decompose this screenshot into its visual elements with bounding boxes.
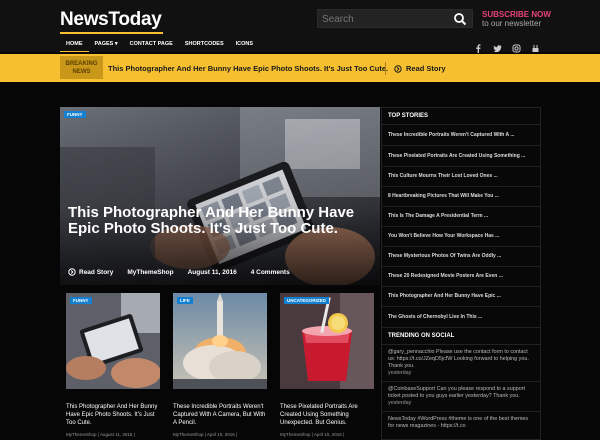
top-story-item[interactable]: These Incredible Portraits Weren't Captu… — [382, 125, 540, 146]
featured-post[interactable]: FUNNY This Photographer And Her Bunny Ha… — [60, 107, 380, 285]
category-badge[interactable]: FUNNY — [64, 111, 86, 118]
post-card[interactable]: LIFE These Incredible Portraits Weren't … — [167, 289, 273, 440]
tweet-text[interactable]: @gary_pennacchio Please use the contact … — [388, 349, 529, 369]
logo-underline — [60, 32, 163, 34]
nav-pages[interactable]: PAGES ▾ — [89, 36, 124, 52]
top-story-item[interactable]: This Is The Damage A Presidential Term .… — [382, 207, 540, 227]
search-input[interactable] — [322, 12, 450, 26]
ticker-headline[interactable]: This Photographer And Her Bunny Have Epi… — [108, 64, 388, 73]
youtube-icon[interactable] — [531, 40, 540, 52]
top-story-item[interactable]: You Won't Believe How Your Workspace Has… — [382, 227, 540, 247]
featured-image — [60, 107, 380, 285]
tweet-item: @CoinbaseSupport Can you please respond … — [382, 382, 540, 412]
post-card[interactable]: UNCATEGORIZED These Pixelated Portraits … — [274, 289, 380, 440]
tweet-text[interactable]: @CoinbaseSupport Can you please respond … — [388, 386, 525, 399]
arrow-circle-icon — [394, 64, 402, 73]
top-story-item[interactable]: 8 Heartbreaking Pictures That Will Make … — [382, 187, 540, 207]
search-icon[interactable] — [453, 12, 467, 26]
featured-read-story-label: Read Story — [79, 268, 114, 276]
site-logo[interactable]: NewsToday — [60, 9, 162, 31]
featured-read-story-link[interactable]: Read Story — [68, 268, 113, 276]
post-meta: MyThemeShop | August 11, 2016 | — [66, 432, 135, 437]
trending-social-heading: TRENDING ON SOCIAL — [382, 328, 540, 345]
social-links — [474, 40, 540, 53]
post-title[interactable]: These Pixelated Portraits Are Created Us… — [280, 403, 374, 427]
ticker-read-story-label: Read Story — [406, 64, 446, 73]
post-author[interactable]: MyThemeShop — [127, 269, 173, 276]
breaking-news-ticker: BREAKING NEWS This Photographer And Her … — [0, 54, 600, 82]
post-thumbnail[interactable] — [173, 293, 267, 389]
category-badge[interactable]: FUNNY — [70, 297, 92, 304]
tweet-item: @gary_pennacchio Please use the contact … — [382, 345, 540, 382]
category-badge[interactable]: UNCATEGORIZED — [284, 297, 329, 304]
tweet-time: yesterday — [388, 400, 412, 406]
top-stories-heading: TOP STORIES — [382, 108, 540, 125]
featured-post-meta: Read Story MyThemeShop August 11, 2016 4… — [68, 268, 290, 276]
arrow-circle-icon — [68, 268, 76, 276]
top-story-item[interactable]: These Pixelated Portraits Are Created Us… — [382, 146, 540, 167]
nav-contact-page[interactable]: CONTACT PAGE — [124, 36, 179, 52]
tweet-item: NewsToday #WordPress #theme is one of th… — [382, 412, 540, 434]
top-story-item[interactable]: These Mysterious Photos Of Twins Are Odd… — [382, 247, 540, 267]
featured-post-title[interactable]: This Photographer And Her Bunny Have Epi… — [68, 205, 368, 237]
post-comments[interactable]: 4 Comments — [251, 269, 290, 276]
top-story-item[interactable]: The Ghosts of Chernobyl Live In This ... — [382, 307, 540, 328]
post-date: August 11, 2016 — [187, 268, 237, 276]
tweet-time: yesterday — [388, 370, 412, 376]
breaking-label-line1: BREAKING — [65, 61, 98, 67]
subscribe-subtitle: to our newsletter — [482, 19, 542, 28]
post-thumbnail[interactable] — [280, 293, 374, 389]
sidebar: TOP STORIES These Incredible Portraits W… — [381, 107, 541, 440]
subscribe-title: SUBSCRIBE NOW — [482, 10, 551, 19]
subscribe-link[interactable]: SUBSCRIBE NOW to our newsletter — [482, 10, 551, 28]
instagram-icon[interactable] — [512, 40, 521, 53]
ticker-read-story-link[interactable]: Read Story — [394, 64, 446, 73]
ticker-divider — [385, 62, 386, 75]
top-story-item[interactable]: This Culture Mourns Their Lost Loved One… — [382, 167, 540, 187]
breaking-label-line2: NEWS — [72, 69, 91, 75]
tweet-text[interactable]: NewsToday #WordPress #theme is one of th… — [388, 416, 528, 429]
breaking-news-label: BREAKING NEWS — [60, 56, 103, 79]
post-meta: MyThemeShop | April 10, 2016 | — [280, 432, 345, 437]
nav-shortcodes[interactable]: SHORTCODES — [179, 36, 230, 52]
twitter-icon[interactable] — [493, 40, 502, 53]
nav-home[interactable]: HOME — [60, 36, 89, 52]
facebook-icon[interactable] — [474, 40, 483, 53]
nav-icons[interactable]: ICONS — [230, 36, 259, 52]
category-badge[interactable]: LIFE — [177, 297, 193, 304]
post-grid: FUNNY This Photographer And Her Bunny Ha… — [60, 289, 380, 440]
post-thumbnail[interactable] — [66, 293, 160, 389]
top-story-item[interactable]: These 20 Redesigned Movie Posters Are Ev… — [382, 267, 540, 287]
post-title[interactable]: These Incredible Portraits Weren't Captu… — [173, 403, 267, 427]
post-title[interactable]: This Photographer And Her Bunny Have Epi… — [66, 403, 160, 427]
post-meta: MyThemeShop | April 10, 2016 | — [173, 432, 238, 437]
search-box — [317, 9, 473, 28]
top-story-item[interactable]: This Photographer And Her Bunny Have Epi… — [382, 287, 540, 307]
post-card[interactable]: FUNNY This Photographer And Her Bunny Ha… — [60, 289, 166, 440]
